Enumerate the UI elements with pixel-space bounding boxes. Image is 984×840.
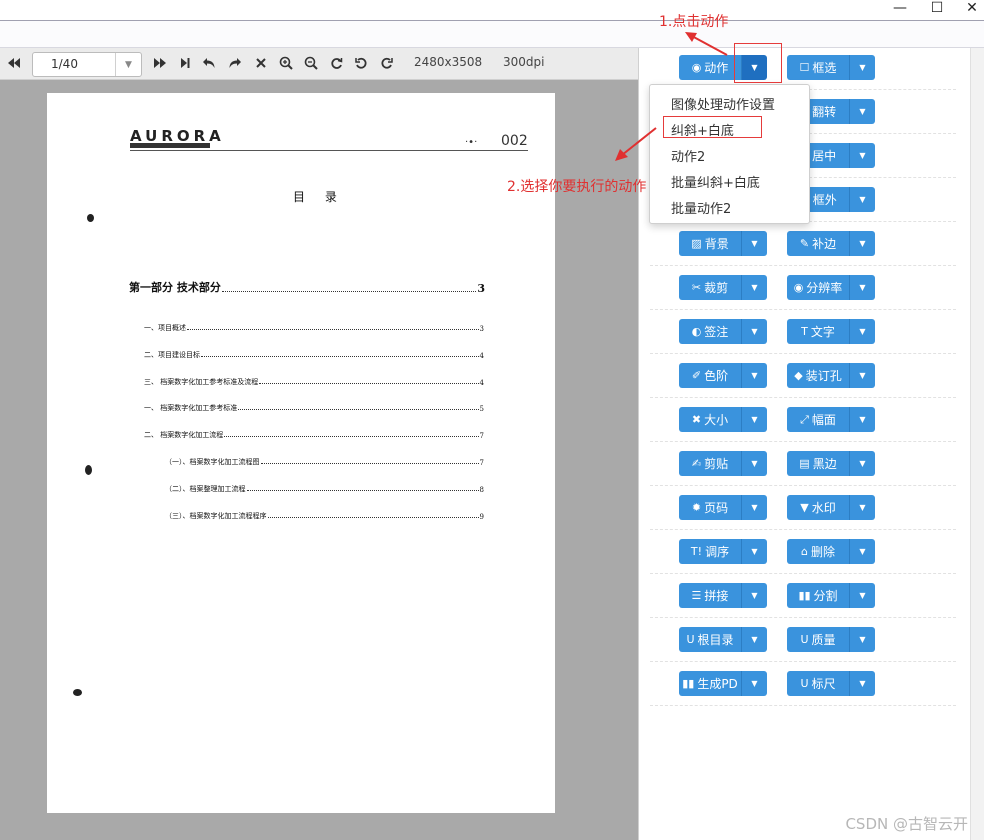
csdn-watermark: CSDN @古智云开 — [845, 815, 968, 833]
arrow-line — [689, 34, 728, 56]
arrow-line — [621, 127, 657, 156]
annotation-arrows — [615, 32, 728, 161]
app-window: — ☐ ✕ 1/40 ▼ 2480x3508 300dpi AURORA ·•·… — [0, 0, 984, 840]
